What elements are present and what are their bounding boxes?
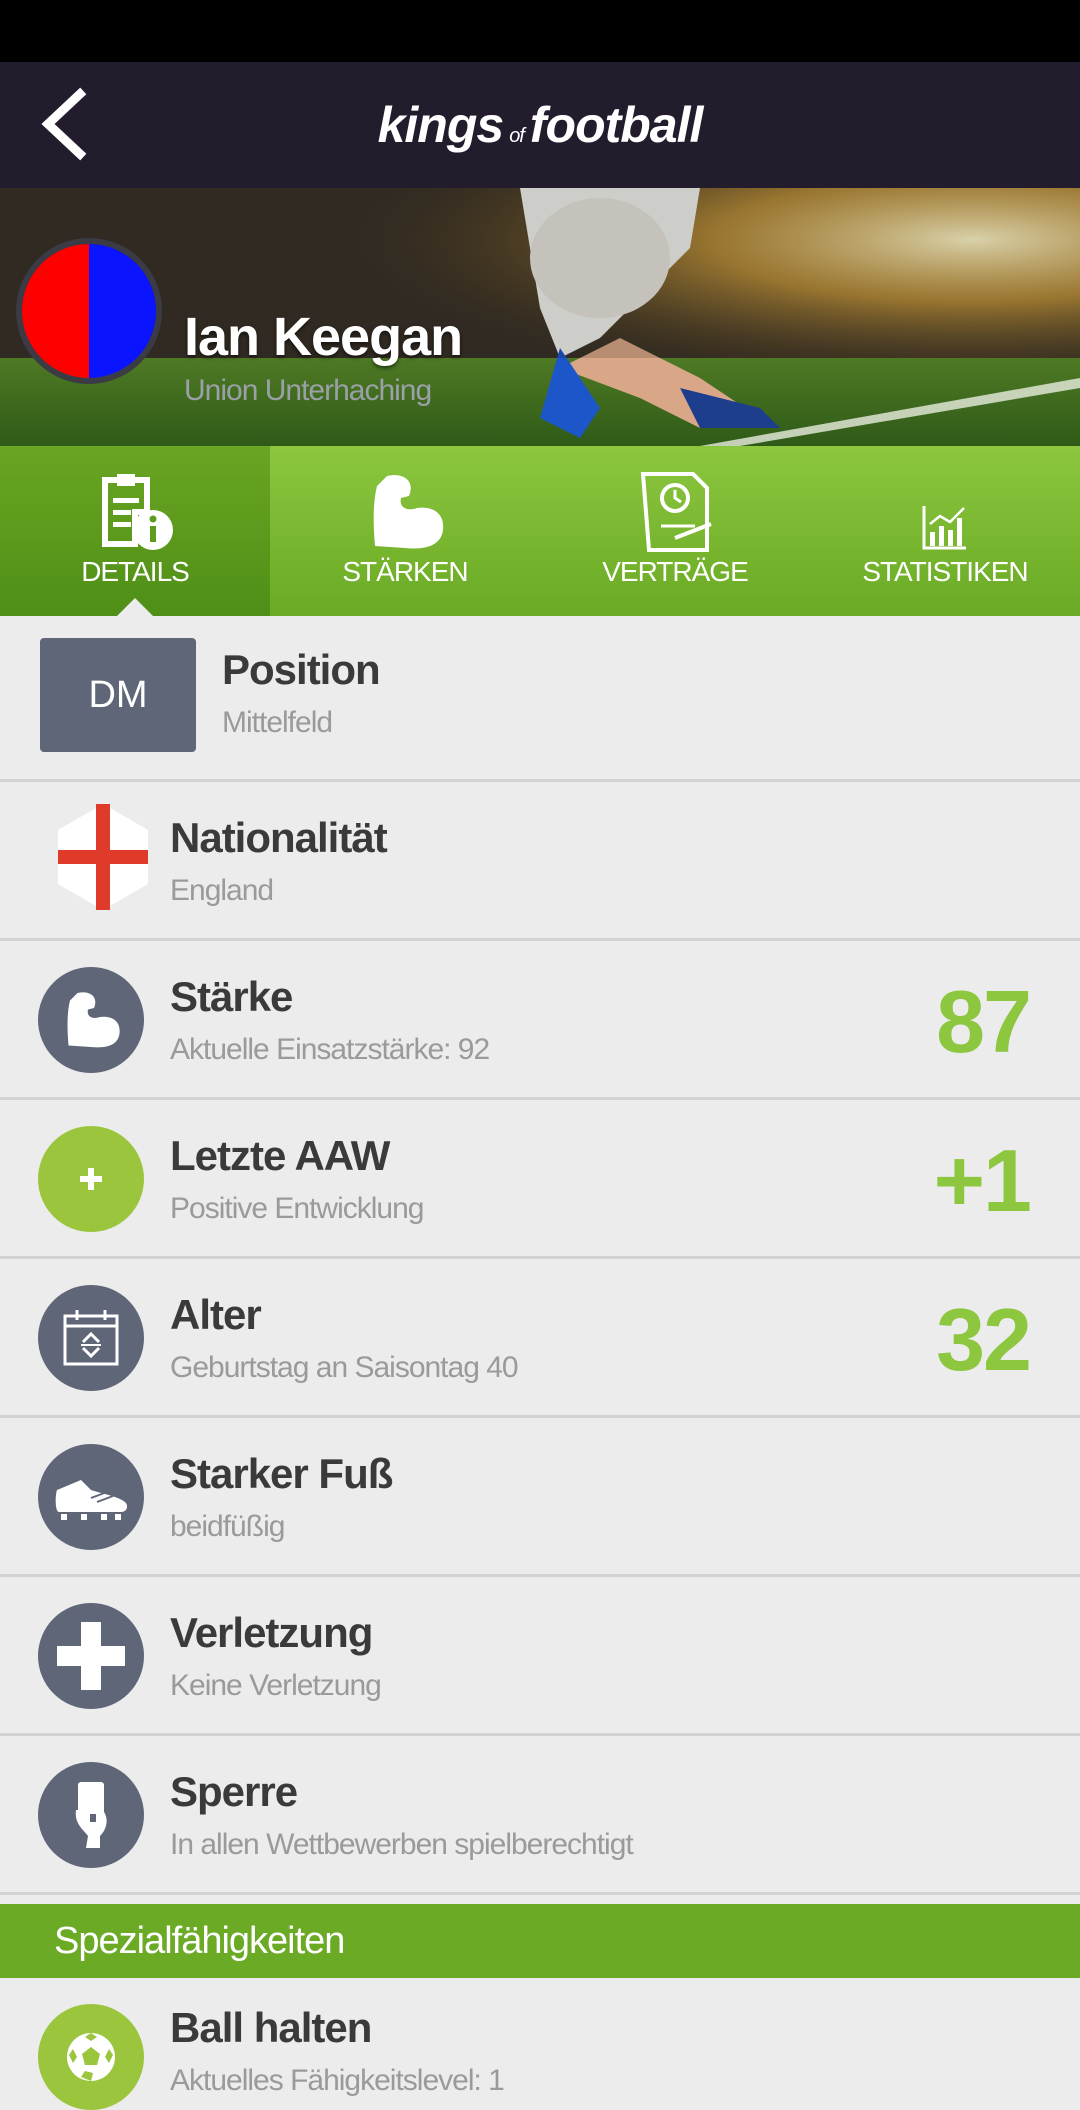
details-icon <box>95 472 175 552</box>
tab-details-label: DETAILS <box>81 556 190 587</box>
logo-text-football: football <box>529 97 704 153</box>
bar-chart-icon <box>920 472 970 552</box>
tab-statistiken-label: STATISTIKEN <box>862 556 1028 587</box>
strength-title: Stärke <box>170 973 293 1020</box>
stadium-background-image <box>0 188 1080 446</box>
strong-foot-title: Starker Fuß <box>170 1450 393 1497</box>
tab-vertraege-label: VERTRÄGE <box>602 556 749 587</box>
contract-icon <box>635 472 715 552</box>
position-badge: DM <box>40 638 196 752</box>
ban-value: In allen Wettbewerben spielberechtigt <box>170 1828 634 1861</box>
list-item-strength: Stärke Aktuelle Einsatzstärke: 92 87 <box>0 941 1080 1100</box>
referee-card-icon <box>38 1762 144 1868</box>
player-header-banner: Ian Keegan Union Unterhaching <box>0 188 1080 446</box>
tab-bar: DETAILS STÄRKEN VERTRÄGE STATISTIKEN <box>0 446 1080 616</box>
chevron-left-icon <box>41 87 87 161</box>
ability-title: Ball halten <box>170 2004 372 2051</box>
nationality-title: Nationalität <box>170 814 388 861</box>
position-value: Mittelfeld <box>222 706 333 739</box>
injury-value: Keine Verletzung <box>170 1669 382 1702</box>
strength-value: 87 <box>936 972 1032 1071</box>
age-value: 32 <box>936 1290 1032 1389</box>
strong-foot-value: beidfüßig <box>170 1510 285 1543</box>
list-item-ability[interactable]: Ball halten Aktuelles Fähigkeitslevel: 1 <box>0 1978 1080 2110</box>
tab-staerken-label: STÄRKEN <box>342 556 468 587</box>
injury-title: Verletzung <box>170 1609 373 1656</box>
club-name[interactable]: Union Unterhaching <box>184 374 432 408</box>
club-badge <box>16 238 162 384</box>
age-subtitle: Geburtstag an Saisontag 40 <box>170 1351 519 1384</box>
status-bar <box>0 0 1080 62</box>
football-boot-icon <box>38 1444 144 1550</box>
list-item-injury: Verletzung Keine Verletzung <box>0 1577 1080 1736</box>
flexed-arm-icon <box>38 967 144 1073</box>
app-bar: kings of football <box>0 62 1080 188</box>
tab-vertraege[interactable]: VERTRÄGE <box>540 446 810 616</box>
plus-icon <box>38 1126 144 1232</box>
list-item-nationality: Nationalität England <box>0 782 1080 941</box>
active-tab-indicator <box>117 598 153 616</box>
special-abilities-header: Spezialfähigkeiten <box>0 1904 1080 1978</box>
position-title: Position <box>222 646 381 693</box>
last-aaw-subtitle: Positive Entwicklung <box>170 1192 424 1225</box>
details-list: DM Position Mittelfeld Nationalität Engl… <box>0 616 1080 1895</box>
medical-cross-icon <box>38 1603 144 1709</box>
tab-staerken[interactable]: STÄRKEN <box>270 446 540 616</box>
logo-text-of: of <box>509 125 525 147</box>
soccer-ball-icon <box>38 2004 144 2110</box>
last-aaw-value: +1 <box>933 1131 1032 1230</box>
age-title: Alter <box>170 1291 262 1338</box>
list-item-ban: Sperre In allen Wettbewerben spielberech… <box>0 1736 1080 1895</box>
list-item-last-aaw: Letzte AAW Positive Entwicklung +1 <box>0 1100 1080 1259</box>
list-item-age: Alter Geburtstag an Saisontag 40 32 <box>0 1259 1080 1418</box>
flexed-arm-icon <box>365 472 445 552</box>
last-aaw-title: Letzte AAW <box>170 1132 390 1179</box>
back-button[interactable] <box>30 84 110 164</box>
nationality-value: England <box>170 874 274 907</box>
ability-level: Aktuelles Fähigkeitslevel: 1 <box>170 2064 505 2097</box>
tab-details[interactable]: DETAILS <box>0 446 270 616</box>
england-flag-icon <box>56 802 150 917</box>
strength-subtitle: Aktuelle Einsatzstärke: 92 <box>170 1033 490 1066</box>
tab-statistiken[interactable]: STATISTIKEN <box>810 446 1080 616</box>
list-item-strong-foot: Starker Fuß beidfüßig <box>0 1418 1080 1577</box>
player-name: Ian Keegan <box>184 307 463 367</box>
logo-text-kings: kings <box>377 97 505 153</box>
app-logo: kings of football <box>377 96 704 154</box>
calendar-icon <box>38 1285 144 1391</box>
ban-title: Sperre <box>170 1768 298 1815</box>
list-item-position: DM Position Mittelfeld <box>0 616 1080 782</box>
